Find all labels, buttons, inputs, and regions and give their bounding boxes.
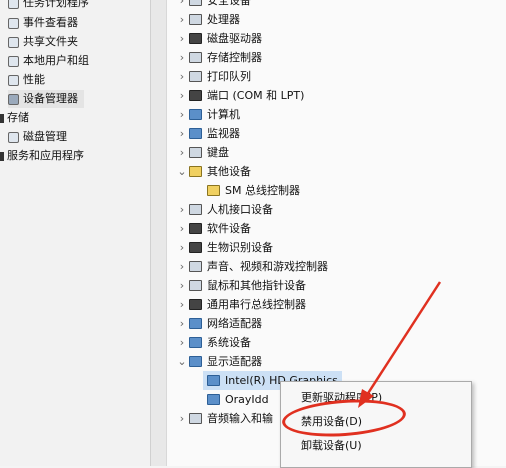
annotation-arrow-icon — [358, 281, 442, 408]
